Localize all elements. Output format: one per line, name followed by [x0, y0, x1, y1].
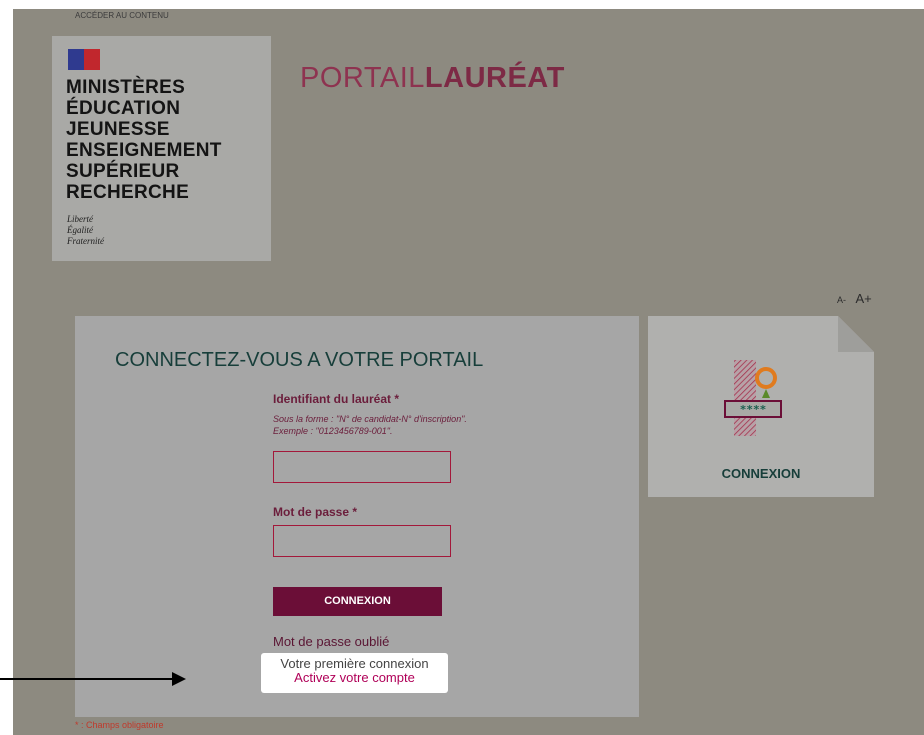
identifier-label: Identifiant du lauréat * — [273, 392, 400, 406]
connexion-card[interactable]: **** CONNEXION — [648, 316, 874, 497]
login-title: CONNECTEZ-VOUS A VOTRE PORTAIL — [115, 349, 484, 371]
login-panel: CONNECTEZ-VOUS A VOTRE PORTAIL Identifia… — [75, 316, 639, 717]
first-connection-text: Votre première connexion — [280, 656, 429, 671]
portal-title: PORTAILLAURÉAT — [300, 62, 565, 94]
republic-motto: Liberté Égalité Fraternité — [67, 214, 104, 246]
increase-font-button[interactable]: A+ — [855, 291, 871, 306]
identifier-hint: Sous la forme : "N° de candidat-N° d'ins… — [273, 414, 467, 436]
activate-account-link[interactable]: Activez votre compte — [261, 671, 448, 685]
password-input[interactable] — [273, 525, 451, 557]
password-key-icon: **** — [724, 360, 782, 436]
annotation-arrow — [0, 672, 186, 686]
ministry-name: MINISTÈRES ÉDUCATION JEUNESSE ENSEIGNEME… — [66, 77, 222, 203]
connexion-card-label: CONNEXION — [721, 466, 801, 481]
forgot-password-link[interactable]: Mot de passe oublié — [273, 634, 389, 649]
ministry-logo: MINISTÈRES ÉDUCATION JEUNESSE ENSEIGNEME… — [52, 36, 271, 261]
card-fold — [838, 316, 874, 352]
svg-text:****: **** — [740, 403, 767, 416]
required-fields-note: * : Champs obligatoire — [75, 720, 164, 730]
password-label: Mot de passe * — [273, 505, 358, 519]
decrease-font-button[interactable]: A- — [837, 295, 846, 305]
identifier-input[interactable] — [273, 451, 451, 483]
connexion-button[interactable]: CONNEXION — [273, 587, 442, 616]
first-connection-box: Votre première connexion Activez votre c… — [261, 653, 448, 693]
flag-icon — [68, 49, 100, 70]
skip-to-content-link[interactable]: ACCÉDER AU CONTENU — [75, 11, 169, 20]
font-size-controls: A- A+ — [837, 290, 872, 308]
page-background: ACCÉDER AU CONTENU MINISTÈRES ÉDUCATION … — [13, 9, 924, 735]
